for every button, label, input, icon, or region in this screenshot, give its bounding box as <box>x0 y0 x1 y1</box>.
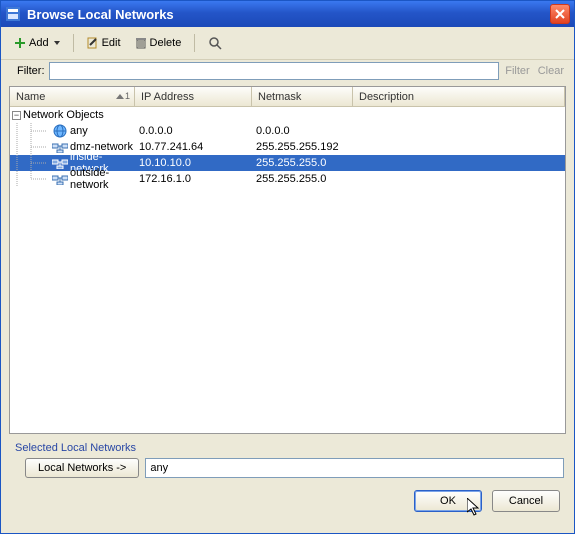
tree-branch-icon <box>24 139 52 155</box>
globe-icon <box>52 123 68 139</box>
close-button[interactable] <box>550 4 570 24</box>
column-name-label: Name <box>16 91 45 103</box>
trash-icon <box>135 37 147 49</box>
chevron-down-icon <box>54 41 60 45</box>
separator <box>194 34 195 52</box>
ok-button[interactable]: OK <box>414 490 482 512</box>
pencil-icon <box>87 37 99 49</box>
selected-header: Selected Local Networks <box>1 434 574 458</box>
column-ip[interactable]: IP Address <box>135 87 252 106</box>
toolbar: Add Edit Delete <box>1 27 574 60</box>
sort-order-label: 1 <box>125 91 130 101</box>
filter-apply-link[interactable]: Filter <box>503 65 531 77</box>
subnet-icon <box>52 171 68 187</box>
tree-line-icon <box>10 155 24 171</box>
row-ip: 10.10.10.0 <box>135 157 252 169</box>
filter-clear-link[interactable]: Clear <box>536 65 566 77</box>
column-description[interactable]: Description <box>353 87 565 106</box>
delete-button[interactable]: Delete <box>130 34 187 52</box>
grid-header: Name 1 IP Address Netmask Description <box>10 87 565 107</box>
row-ip: 10.77.241.64 <box>135 141 252 153</box>
row-netmask: 255.255.255.192 <box>252 141 353 153</box>
collapse-toggle[interactable]: − <box>12 111 21 120</box>
titlebar[interactable]: Browse Local Networks <box>1 1 574 27</box>
edit-label: Edit <box>102 37 121 49</box>
tree-line-icon <box>10 171 24 187</box>
find-button[interactable] <box>203 33 227 53</box>
separator <box>73 34 74 52</box>
dialog-window: Browse Local Networks Add <box>0 0 575 534</box>
column-ip-label: IP Address <box>141 91 194 103</box>
column-description-label: Description <box>359 91 414 103</box>
tree-line-icon <box>10 139 24 155</box>
filter-row: Filter: Filter Clear <box>1 60 574 86</box>
sort-indicator: 1 <box>116 91 130 101</box>
app-icon <box>5 6 21 22</box>
column-netmask[interactable]: Netmask <box>252 87 353 106</box>
column-name[interactable]: Name 1 <box>10 87 135 106</box>
row-netmask: 255.255.255.0 <box>252 157 353 169</box>
filter-input[interactable] <box>49 62 500 80</box>
plus-icon <box>14 37 26 49</box>
add-label: Add <box>29 37 49 49</box>
row-ip: 172.16.1.0 <box>135 173 252 185</box>
root-label: Network Objects <box>23 109 104 121</box>
network-grid: Name 1 IP Address Netmask Description − … <box>9 86 566 434</box>
local-networks-button[interactable]: Local Networks -> <box>25 458 139 478</box>
tree-root-row[interactable]: − Network Objects <box>10 107 565 123</box>
tree-line-icon <box>10 123 24 139</box>
selected-row: Local Networks -> <box>1 458 574 482</box>
row-netmask: 255.255.255.0 <box>252 173 353 185</box>
table-row[interactable]: outside-network172.16.1.0255.255.255.0 <box>10 171 565 187</box>
magnifier-icon <box>208 36 222 50</box>
selected-value-input[interactable] <box>145 458 564 478</box>
row-name: outside-network <box>70 167 135 191</box>
row-name: any <box>70 125 88 137</box>
cancel-button[interactable]: Cancel <box>492 490 560 512</box>
tree-branch-icon <box>24 155 52 171</box>
filter-label: Filter: <box>17 65 45 77</box>
edit-button[interactable]: Edit <box>82 34 126 52</box>
delete-label: Delete <box>150 37 182 49</box>
dialog-buttons: OK Cancel <box>1 482 574 522</box>
row-netmask: 0.0.0.0 <box>252 125 353 137</box>
tree-branch-icon <box>24 171 52 187</box>
row-ip: 0.0.0.0 <box>135 125 252 137</box>
add-button[interactable]: Add <box>9 34 65 52</box>
column-netmask-label: Netmask <box>258 91 301 103</box>
window-title: Browse Local Networks <box>27 7 550 22</box>
grid-body[interactable]: − Network Objects any0.0.0.00.0.0.0dmz-n… <box>10 107 565 433</box>
tree-branch-icon <box>24 123 52 139</box>
sort-up-icon <box>116 94 124 99</box>
table-row[interactable]: any 0.0.0.00.0.0.0 <box>10 123 565 139</box>
